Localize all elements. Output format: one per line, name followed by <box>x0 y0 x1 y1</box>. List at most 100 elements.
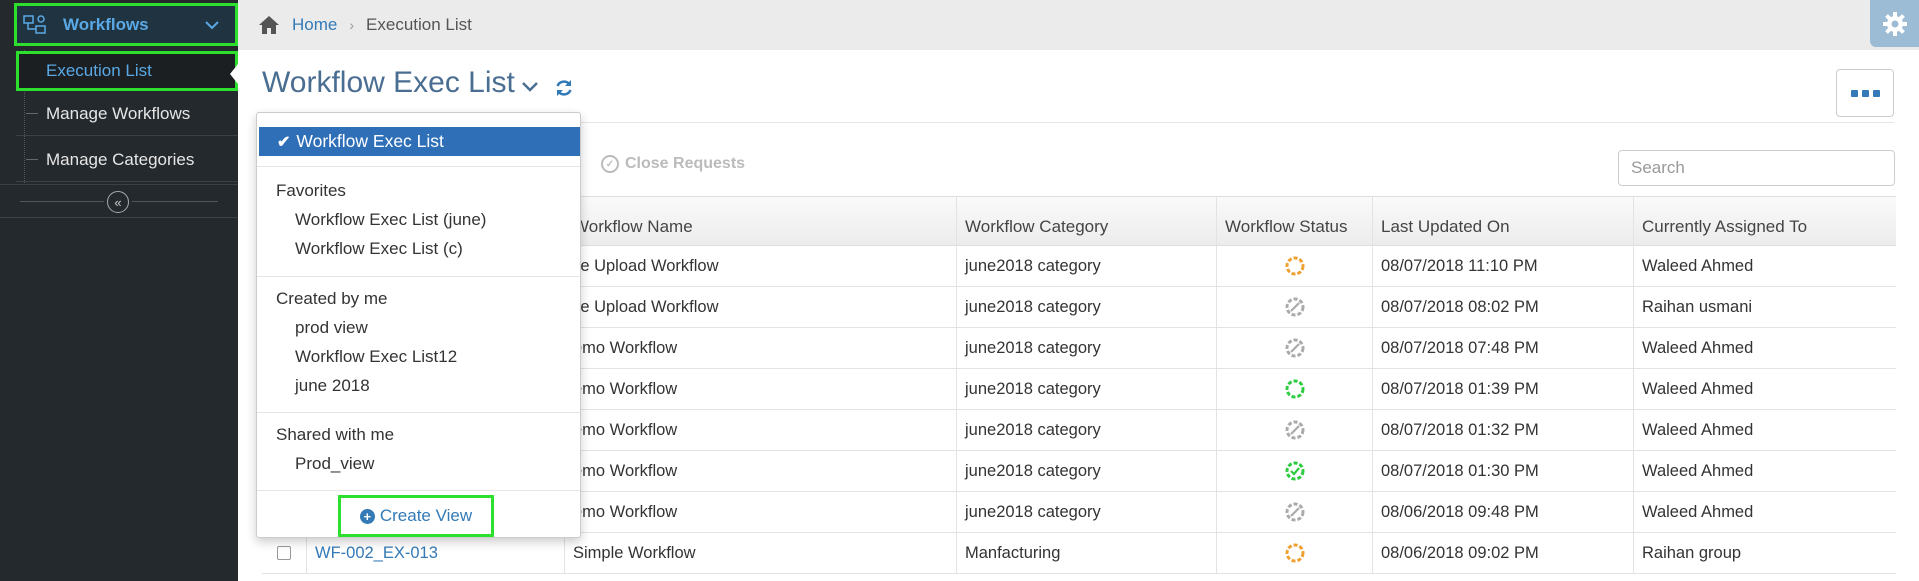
dropdown-group-created-by-me: Created by me <box>276 289 388 308</box>
workflow-name-cell: emo Workflow <box>565 328 957 368</box>
workflow-category-cell: june2018 category <box>957 369 1217 409</box>
sidebar-header-label: Workflows <box>63 14 149 34</box>
status-in-progress-icon <box>1285 543 1304 563</box>
sidebar: Workflows Execution List Manage Workflow… <box>0 0 238 581</box>
row-checkbox[interactable] <box>277 546 291 560</box>
plus-circle-icon: + <box>359 508 375 524</box>
column-header-workflow-name[interactable]: Workflow Name <box>565 197 957 245</box>
column-header-last-updated[interactable]: Last Updated On <box>1373 197 1634 245</box>
workflow-status-cell <box>1217 246 1373 286</box>
sidebar-item-label: Manage Workflows <box>46 103 191 123</box>
last-updated-cell: 08/07/2018 08:02 PM <box>1373 287 1634 327</box>
workflow-status-cell <box>1217 492 1373 532</box>
sidebar-item-label: Manage Categories <box>46 149 195 169</box>
last-updated-cell: 08/07/2018 07:48 PM <box>1373 328 1634 368</box>
status-cancelled-icon <box>1285 338 1304 358</box>
workflow-name-cell: emo Workflow <box>565 451 957 491</box>
column-header-assigned-to[interactable]: Currently Assigned To <box>1634 197 1896 245</box>
column-header-workflow-category[interactable]: Workflow Category <box>957 197 1217 245</box>
workflow-status-cell <box>1217 328 1373 368</box>
status-completed-icon <box>1285 461 1304 481</box>
column-header-workflow-status[interactable]: Workflow Status <box>1217 197 1373 245</box>
dropdown-item[interactable]: Workflow Exec List (c) <box>295 239 463 259</box>
last-updated-cell: 08/07/2018 01:39 PM <box>1373 369 1634 409</box>
dropdown-item[interactable]: prod view <box>295 318 368 338</box>
assigned-to-cell: Waleed Ahmed <box>1642 256 1754 275</box>
last-updated-cell: 08/06/2018 09:48 PM <box>1373 492 1634 532</box>
last-updated-cell: 08/07/2018 01:32 PM <box>1373 410 1634 450</box>
dropdown-group-shared-with-me: Shared with me <box>276 425 395 444</box>
workflow-category-cell: june2018 category <box>957 492 1217 532</box>
assigned-to-cell: Raihan group <box>1642 543 1742 562</box>
sidebar-item-label: Execution List <box>46 61 152 80</box>
search-input[interactable] <box>1618 150 1895 186</box>
dropdown-group-favorites: Favorites <box>276 181 346 200</box>
assigned-to-cell: Raihan usmani <box>1642 297 1753 316</box>
sidebar-item-manage-categories[interactable]: Manage Categories <box>16 138 238 182</box>
workflow-name-cell: ile Upload Workflow <box>565 287 957 327</box>
top-bar: Home › Execution List <box>238 0 1919 50</box>
dropdown-item[interactable]: Workflow Exec List (june) <box>295 210 486 230</box>
workflow-icon <box>23 14 46 34</box>
settings-button[interactable] <box>1870 0 1919 47</box>
sidebar-item-manage-workflows[interactable]: Manage Workflows <box>16 92 238 136</box>
workflow-name-cell: ile Upload Workflow <box>565 246 957 286</box>
more-options-button[interactable] <box>1836 69 1894 117</box>
create-view-button[interactable]: + Create View <box>338 495 494 537</box>
workflow-status-cell <box>1217 451 1373 491</box>
status-active-icon <box>1285 379 1304 399</box>
workflow-name-cell: Simple Workflow <box>565 533 957 573</box>
workflow-category-cell: june2018 category <box>957 451 1217 491</box>
status-in-progress-icon <box>1285 256 1304 276</box>
last-updated-cell: 08/07/2018 11:10 PM <box>1373 246 1634 286</box>
workflow-category-cell: june2018 category <box>957 287 1217 327</box>
sidebar-item-execution-list[interactable]: Execution List <box>16 51 238 91</box>
workflow-name-cell: emo Workflow <box>565 492 957 532</box>
sidebar-header-workflows[interactable]: Workflows <box>14 3 238 46</box>
view-dropdown-menu: ✔ Workflow Exec List Favorites Workflow … <box>256 112 581 538</box>
workflow-status-cell <box>1217 369 1373 409</box>
workflow-status-cell <box>1217 533 1373 573</box>
breadcrumb-separator-icon: › <box>349 17 355 33</box>
breadcrumb-home[interactable]: Home <box>292 15 337 35</box>
close-requests-button[interactable]: ✓ Close Requests <box>601 155 745 173</box>
home-icon[interactable] <box>258 15 280 35</box>
active-indicator <box>230 64 238 84</box>
dropdown-item[interactable]: june 2018 <box>295 376 370 396</box>
workflow-status-cell <box>1217 287 1373 327</box>
gear-icon <box>1882 11 1907 36</box>
dropdown-item[interactable]: Workflow Exec List12 <box>295 347 457 367</box>
assigned-to-cell: Waleed Ahmed <box>1642 338 1754 357</box>
workflow-name-cell: emo Workflow <box>565 410 957 450</box>
execution-id-link[interactable]: WF-002_EX-013 <box>315 544 438 563</box>
status-cancelled-icon <box>1285 420 1304 440</box>
workflow-name-cell: emo Workflow <box>565 369 957 409</box>
workflow-category-cell: june2018 category <box>957 328 1217 368</box>
status-cancelled-icon <box>1285 297 1304 317</box>
workflow-category-cell: june2018 category <box>957 410 1217 450</box>
check-circle-icon: ✓ <box>601 155 619 173</box>
sidebar-collapse-bar: « <box>0 184 238 218</box>
breadcrumb-current: Execution List <box>366 15 472 34</box>
refresh-icon[interactable] <box>554 78 574 98</box>
assigned-to-cell: Waleed Ahmed <box>1642 379 1754 398</box>
check-icon: ✔ <box>277 133 291 151</box>
workflow-category-cell: Manfacturing <box>957 533 1217 573</box>
workflow-status-cell <box>1217 410 1373 450</box>
dropdown-item-selected[interactable]: ✔ Workflow Exec List <box>259 127 580 156</box>
last-updated-cell: 08/07/2018 01:30 PM <box>1373 451 1634 491</box>
table-row[interactable]: WF-002_EX-013 Simple Workflow Manfacturi… <box>262 533 1896 574</box>
status-cancelled-icon <box>1285 502 1304 522</box>
assigned-to-cell: Waleed Ahmed <box>1642 420 1754 439</box>
close-requests-label: Close Requests <box>625 155 746 172</box>
assigned-to-cell: Waleed Ahmed <box>1642 461 1754 480</box>
workflow-category-cell: june2018 category <box>957 246 1217 286</box>
double-chevron-left-icon[interactable]: « <box>107 191 129 213</box>
page-title[interactable]: Workflow Exec List <box>262 66 515 100</box>
chevron-down-icon[interactable] <box>522 82 538 92</box>
assigned-to-cell: Waleed Ahmed <box>1642 502 1754 521</box>
ellipsis-icon <box>1850 89 1858 97</box>
dropdown-item[interactable]: Prod_view <box>295 454 374 474</box>
last-updated-cell: 08/06/2018 09:02 PM <box>1373 533 1634 573</box>
chevron-down-icon <box>205 20 219 29</box>
